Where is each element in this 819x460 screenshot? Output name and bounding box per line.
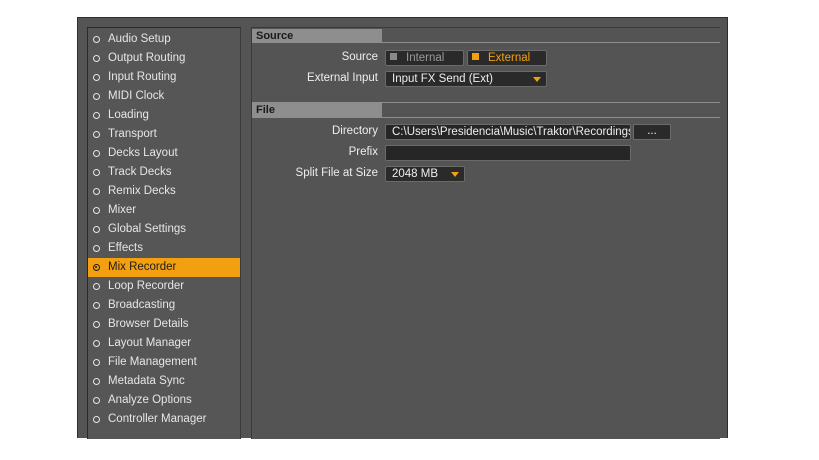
browse-directory-button[interactable]: ... — [633, 124, 671, 140]
sidebar-item-label: Controller Manager — [108, 413, 207, 425]
radio-icon — [93, 207, 100, 214]
sidebar-item-label: Remix Decks — [108, 185, 176, 197]
sidebar-item-label: Loop Recorder — [108, 280, 185, 292]
sidebar-item-label: Analyze Options — [108, 394, 192, 406]
sidebar-item-label: Global Settings — [108, 223, 186, 235]
radio-icon — [93, 188, 100, 195]
radio-icon — [93, 93, 100, 100]
preferences-content: Source Source Internal External External… — [251, 27, 720, 439]
sidebar-item-track-decks[interactable]: Track Decks — [88, 163, 240, 182]
directory-label: Directory — [331, 125, 378, 137]
preferences-sidebar: Audio Setup Output Routing Input Routing MI… — [87, 27, 241, 439]
radio-icon — [93, 112, 100, 119]
split-size-dropdown[interactable]: 2048 MB — [385, 166, 465, 182]
file-section-header: File — [252, 103, 382, 117]
sidebar-item-midi-clock[interactable]: MIDI Clock — [88, 87, 240, 106]
radio-icon — [93, 302, 100, 309]
file-section-divider — [252, 117, 720, 118]
sidebar-item-browser-details[interactable]: Browser Details — [88, 315, 240, 334]
source-label: Source — [341, 51, 378, 63]
sidebar-item-loop-recorder[interactable]: Loop Recorder — [88, 277, 240, 296]
sidebar-item-metadata-sync[interactable]: Metadata Sync — [88, 372, 240, 391]
radio-icon — [93, 378, 100, 385]
radio-icon — [93, 245, 100, 252]
radio-icon — [93, 36, 100, 43]
prefix-field[interactable] — [385, 145, 631, 161]
sidebar-list: Audio Setup Output Routing Input Routing MI… — [88, 28, 240, 429]
radio-icon — [93, 359, 100, 366]
radio-icon — [93, 74, 100, 81]
sidebar-item-label: Effects — [108, 242, 143, 254]
radio-icon — [93, 340, 100, 347]
sidebar-item-loading[interactable]: Loading — [88, 106, 240, 125]
radio-icon — [93, 264, 100, 271]
prefix-label: Prefix — [348, 146, 378, 158]
sidebar-item-label: Mix Recorder — [108, 261, 177, 273]
external-input-value: Input FX Send (Ext) — [392, 73, 493, 85]
radio-icon — [93, 397, 100, 404]
sidebar-item-audio-setup[interactable]: Audio Setup — [88, 30, 240, 49]
sidebar-item-label: File Management — [108, 356, 197, 368]
sidebar-item-global-settings[interactable]: Global Settings — [88, 220, 240, 239]
chevron-down-icon — [451, 172, 459, 177]
sidebar-item-output-routing[interactable]: Output Routing — [88, 49, 240, 68]
external-indicator-icon — [472, 53, 479, 61]
internal-indicator-icon — [390, 53, 397, 61]
directory-field[interactable]: C:\Users\Presidencia\Music\Traktor\Recor… — [385, 124, 631, 140]
radio-icon — [93, 321, 100, 328]
sidebar-item-analyze-options[interactable]: Analyze Options — [88, 391, 240, 410]
sidebar-item-remix-decks[interactable]: Remix Decks — [88, 182, 240, 201]
sidebar-item-label: Browser Details — [108, 318, 189, 330]
radio-icon — [93, 150, 100, 157]
source-section-header: Source — [252, 29, 382, 43]
split-size-label: Split File at Size — [295, 167, 378, 179]
sidebar-item-decks-layout[interactable]: Decks Layout — [88, 144, 240, 163]
sidebar-item-label: MIDI Clock — [108, 90, 165, 102]
sidebar-item-label: Track Decks — [108, 166, 172, 178]
sidebar-item-effects[interactable]: Effects — [88, 239, 240, 258]
source-section-divider — [252, 42, 720, 43]
sidebar-item-input-routing[interactable]: Input Routing — [88, 68, 240, 87]
sidebar-item-label: Transport — [108, 128, 157, 140]
radio-icon — [93, 283, 100, 290]
sidebar-item-label: Layout Manager — [108, 337, 192, 349]
sidebar-item-label: Loading — [108, 109, 149, 121]
chevron-down-icon — [533, 77, 541, 82]
radio-icon — [93, 55, 100, 62]
radio-icon — [93, 131, 100, 138]
sidebar-item-label: Metadata Sync — [108, 375, 185, 387]
sidebar-item-label: Audio Setup — [108, 33, 171, 45]
sidebar-item-file-management[interactable]: File Management — [88, 353, 240, 372]
sidebar-item-label: Broadcasting — [108, 299, 176, 311]
sidebar-item-label: Mixer — [108, 204, 137, 216]
radio-icon — [93, 169, 100, 176]
sidebar-item-label: Input Routing — [108, 71, 177, 83]
radio-icon — [93, 226, 100, 233]
external-label: External — [488, 52, 531, 64]
split-size-value: 2048 MB — [392, 168, 439, 180]
sidebar-item-transport[interactable]: Transport — [88, 125, 240, 144]
internal-label: Internal — [406, 52, 445, 64]
sidebar-item-label: Decks Layout — [108, 147, 178, 159]
sidebar-item-mixer[interactable]: Mixer — [88, 201, 240, 220]
sidebar-item-controller-manager[interactable]: Controller Manager — [88, 410, 240, 429]
internal-source-button[interactable]: Internal — [385, 50, 464, 66]
sidebar-item-broadcasting[interactable]: Broadcasting — [88, 296, 240, 315]
preferences-window: Audio Setup Output Routing Input Routing MI… — [77, 17, 728, 439]
sidebar-item-layout-manager[interactable]: Layout Manager — [88, 334, 240, 353]
external-source-button[interactable]: External — [467, 50, 547, 66]
sidebar-item-mix-recorder[interactable]: Mix Recorder — [88, 258, 240, 277]
external-input-label: External Input — [307, 72, 378, 84]
radio-icon — [93, 416, 100, 423]
sidebar-item-label: Output Routing — [108, 52, 186, 64]
external-input-dropdown[interactable]: Input FX Send (Ext) — [385, 71, 547, 87]
